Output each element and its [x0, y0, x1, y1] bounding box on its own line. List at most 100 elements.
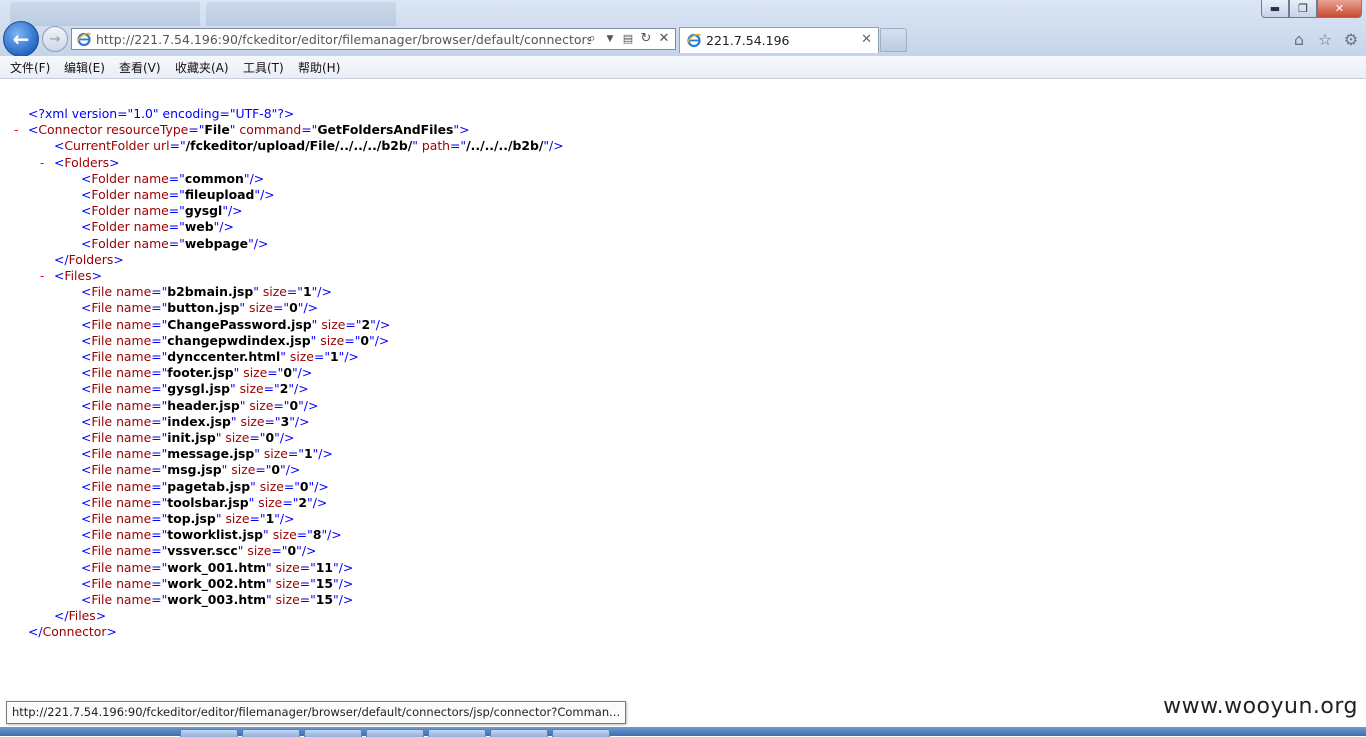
- xml-attr-value: 0: [299, 478, 309, 494]
- xml-file-row: <File name="ChangePassword.jsp" size="2"…: [81, 316, 391, 332]
- xml-attr-value: /fckeditor/upload/File/../../../b2b/: [185, 138, 413, 154]
- collapse-toggle[interactable]: -: [40, 268, 44, 284]
- background-tab-2[interactable]: [206, 2, 396, 26]
- xml-attr-value: File: [204, 122, 230, 138]
- xml-attr-value: 2: [361, 316, 371, 332]
- menu-bar: 文件(F) 编辑(E) 查看(V) 收藏夹(A) 工具(T) 帮助(H): [0, 56, 1366, 79]
- xml-attr-value: button.jsp: [167, 300, 240, 316]
- ie-page-icon: [76, 31, 92, 47]
- xml-file-row: <File name="msg.jsp" size="0"/>: [81, 462, 301, 478]
- close-tab-icon[interactable]: ✕: [861, 32, 872, 47]
- xml-attr-value: 1: [302, 284, 312, 300]
- menu-file[interactable]: 文件(F): [10, 59, 50, 76]
- search-icon[interactable]: ⌕: [585, 31, 599, 47]
- xml-file-row: <File name="index.jsp" size="3"/>: [81, 413, 310, 429]
- xml-attr-value: init.jsp: [167, 430, 216, 445]
- xml-file-row: <File name="pagetab.jsp" size="0"/>: [81, 478, 329, 494]
- xml-attr-value: common: [184, 170, 244, 186]
- xml-attr-value: 0: [360, 332, 370, 348]
- xml-file-row: <File name="work_001.htm" size="11"/>: [81, 559, 354, 575]
- address-bar[interactable]: http://221.7.54.196:90/fckeditor/editor/…: [71, 28, 676, 50]
- xml-connector-close: </Connector>: [28, 624, 117, 640]
- xml-attr-value: 0: [265, 430, 275, 445]
- menu-view[interactable]: 查看(V): [119, 59, 161, 76]
- dropdown-icon[interactable]: ▼: [603, 31, 617, 47]
- xml-attr-value: 11: [315, 559, 334, 575]
- forward-arrow-icon: →: [49, 31, 61, 47]
- address-bar-icons: ⌕ ▼ ▤ ↻ ✕: [585, 31, 671, 47]
- xml-attr-value: footer.jsp: [167, 365, 234, 381]
- xml-attr-value: toolsbar.jsp: [167, 494, 249, 510]
- browser-toolbar-icons: ⌂ ☆ ⚙: [1290, 30, 1360, 49]
- xml-attr-value: toworklist.jsp: [167, 527, 264, 543]
- xml-attr-value: 0: [289, 397, 299, 413]
- xml-attr-value: 0: [289, 300, 298, 316]
- xml-file-row: <File name="dynccenter.html" size="1"/>: [81, 349, 359, 364]
- xml-attr-value: 2: [298, 494, 308, 510]
- close-window-button[interactable]: ✕: [1317, 0, 1362, 18]
- status-hover-url: http://221.7.54.196:90/fckeditor/editor/…: [6, 701, 627, 724]
- xml-attr-value: pagetab.jsp: [167, 478, 251, 494]
- active-tab-title: 221.7.54.196: [706, 33, 790, 48]
- xml-attr-value: 0: [271, 462, 281, 478]
- stop-icon[interactable]: ✕: [657, 31, 671, 47]
- xml-attr-value: changepwdindex.jsp: [167, 332, 311, 348]
- xml-attr-value: work_003.htm: [167, 592, 267, 607]
- xml-file-row: <File name="toolsbar.jsp" size="2"/>: [81, 494, 328, 510]
- new-tab-button[interactable]: [880, 28, 907, 52]
- xml-folder-row: <Folder name="common"/>: [81, 170, 265, 186]
- collapse-toggle[interactable]: -: [40, 155, 44, 171]
- menu-edit[interactable]: 编辑(E): [64, 59, 105, 76]
- xml-file-row: <File name="b2bmain.jsp" size="1"/>: [81, 284, 332, 300]
- gear-icon[interactable]: ⚙: [1342, 30, 1360, 49]
- xml-attr-value: index.jsp: [167, 413, 231, 429]
- collapse-toggle[interactable]: -: [14, 122, 18, 138]
- refresh-icon[interactable]: ↻: [639, 31, 653, 47]
- xml-attr-value: fileupload: [184, 187, 255, 202]
- minimize-button[interactable]: ▬: [1261, 0, 1289, 18]
- tab-ie-icon: [686, 32, 702, 48]
- menu-favorites[interactable]: 收藏夹(A): [175, 59, 229, 76]
- xml-connector-open: <Connector resourceType="File" command="…: [28, 122, 470, 138]
- xml-file-row: <File name="button.jsp" size="0"/>: [81, 300, 319, 316]
- active-tab[interactable]: 221.7.54.196 ✕: [679, 27, 879, 53]
- xml-folder-row: <Folder name="webpage"/>: [81, 235, 269, 251]
- favorites-star-icon[interactable]: ☆: [1316, 30, 1334, 49]
- xml-attr-value: dynccenter.html: [167, 349, 281, 364]
- xml-files-close: </Files>: [54, 608, 107, 624]
- forward-button[interactable]: →: [42, 26, 68, 52]
- xml-file-row: <File name="work_003.htm" size="15"/>: [81, 592, 354, 607]
- xml-file-row: <File name="vssver.scc" size="0"/>: [81, 543, 317, 559]
- xml-attr-value: webpage: [184, 235, 249, 251]
- xml-folders-open: <Folders>: [54, 154, 120, 170]
- xml-file-row: <File name="work_002.htm" size="15"/>: [81, 575, 354, 591]
- xml-file-row: <File name="changepwdindex.jsp" size="0"…: [81, 332, 390, 348]
- xml-attr-value: top.jsp: [167, 511, 216, 526]
- xml-folder-row: <Folder name="web"/>: [81, 219, 234, 235]
- background-tab-1[interactable]: [10, 2, 200, 26]
- xml-attr-value: message.jsp: [167, 446, 255, 462]
- xml-attr-value: 15: [315, 592, 334, 607]
- xml-file-row: <File name="top.jsp" size="1"/>: [81, 511, 295, 526]
- xml-attr-value: web: [184, 219, 214, 235]
- xml-attr-value: header.jsp: [167, 397, 240, 413]
- menu-help[interactable]: 帮助(H): [298, 59, 340, 76]
- menu-tools[interactable]: 工具(T): [243, 59, 284, 76]
- compatibility-view-icon[interactable]: ▤: [621, 31, 635, 47]
- home-icon[interactable]: ⌂: [1290, 30, 1308, 49]
- address-url-text[interactable]: http://221.7.54.196:90/fckeditor/editor/…: [96, 32, 591, 47]
- xml-current-folder: <CurrentFolder url="/fckeditor/upload/Fi…: [54, 138, 564, 154]
- xml-attr-value: 1: [265, 511, 275, 526]
- xml-attr-value: ChangePassword.jsp: [167, 316, 312, 332]
- back-button[interactable]: ←: [3, 21, 39, 57]
- xml-attr-value: work_002.htm: [167, 575, 267, 591]
- xml-attr-value: 0: [287, 543, 297, 559]
- xml-attr-value: gysgl: [184, 203, 223, 219]
- xml-declaration: <?xml version="1.0" encoding="UTF-8"?>: [28, 106, 295, 121]
- maximize-button[interactable]: ❐: [1289, 0, 1317, 18]
- back-arrow-icon: ←: [12, 27, 30, 51]
- xml-file-row: <File name="header.jsp" size="0"/>: [81, 397, 319, 413]
- xml-attr-value: 0: [283, 365, 292, 381]
- xml-files-open: <Files>: [54, 268, 102, 283]
- xml-file-row: <File name="init.jsp" size="0"/>: [81, 430, 295, 445]
